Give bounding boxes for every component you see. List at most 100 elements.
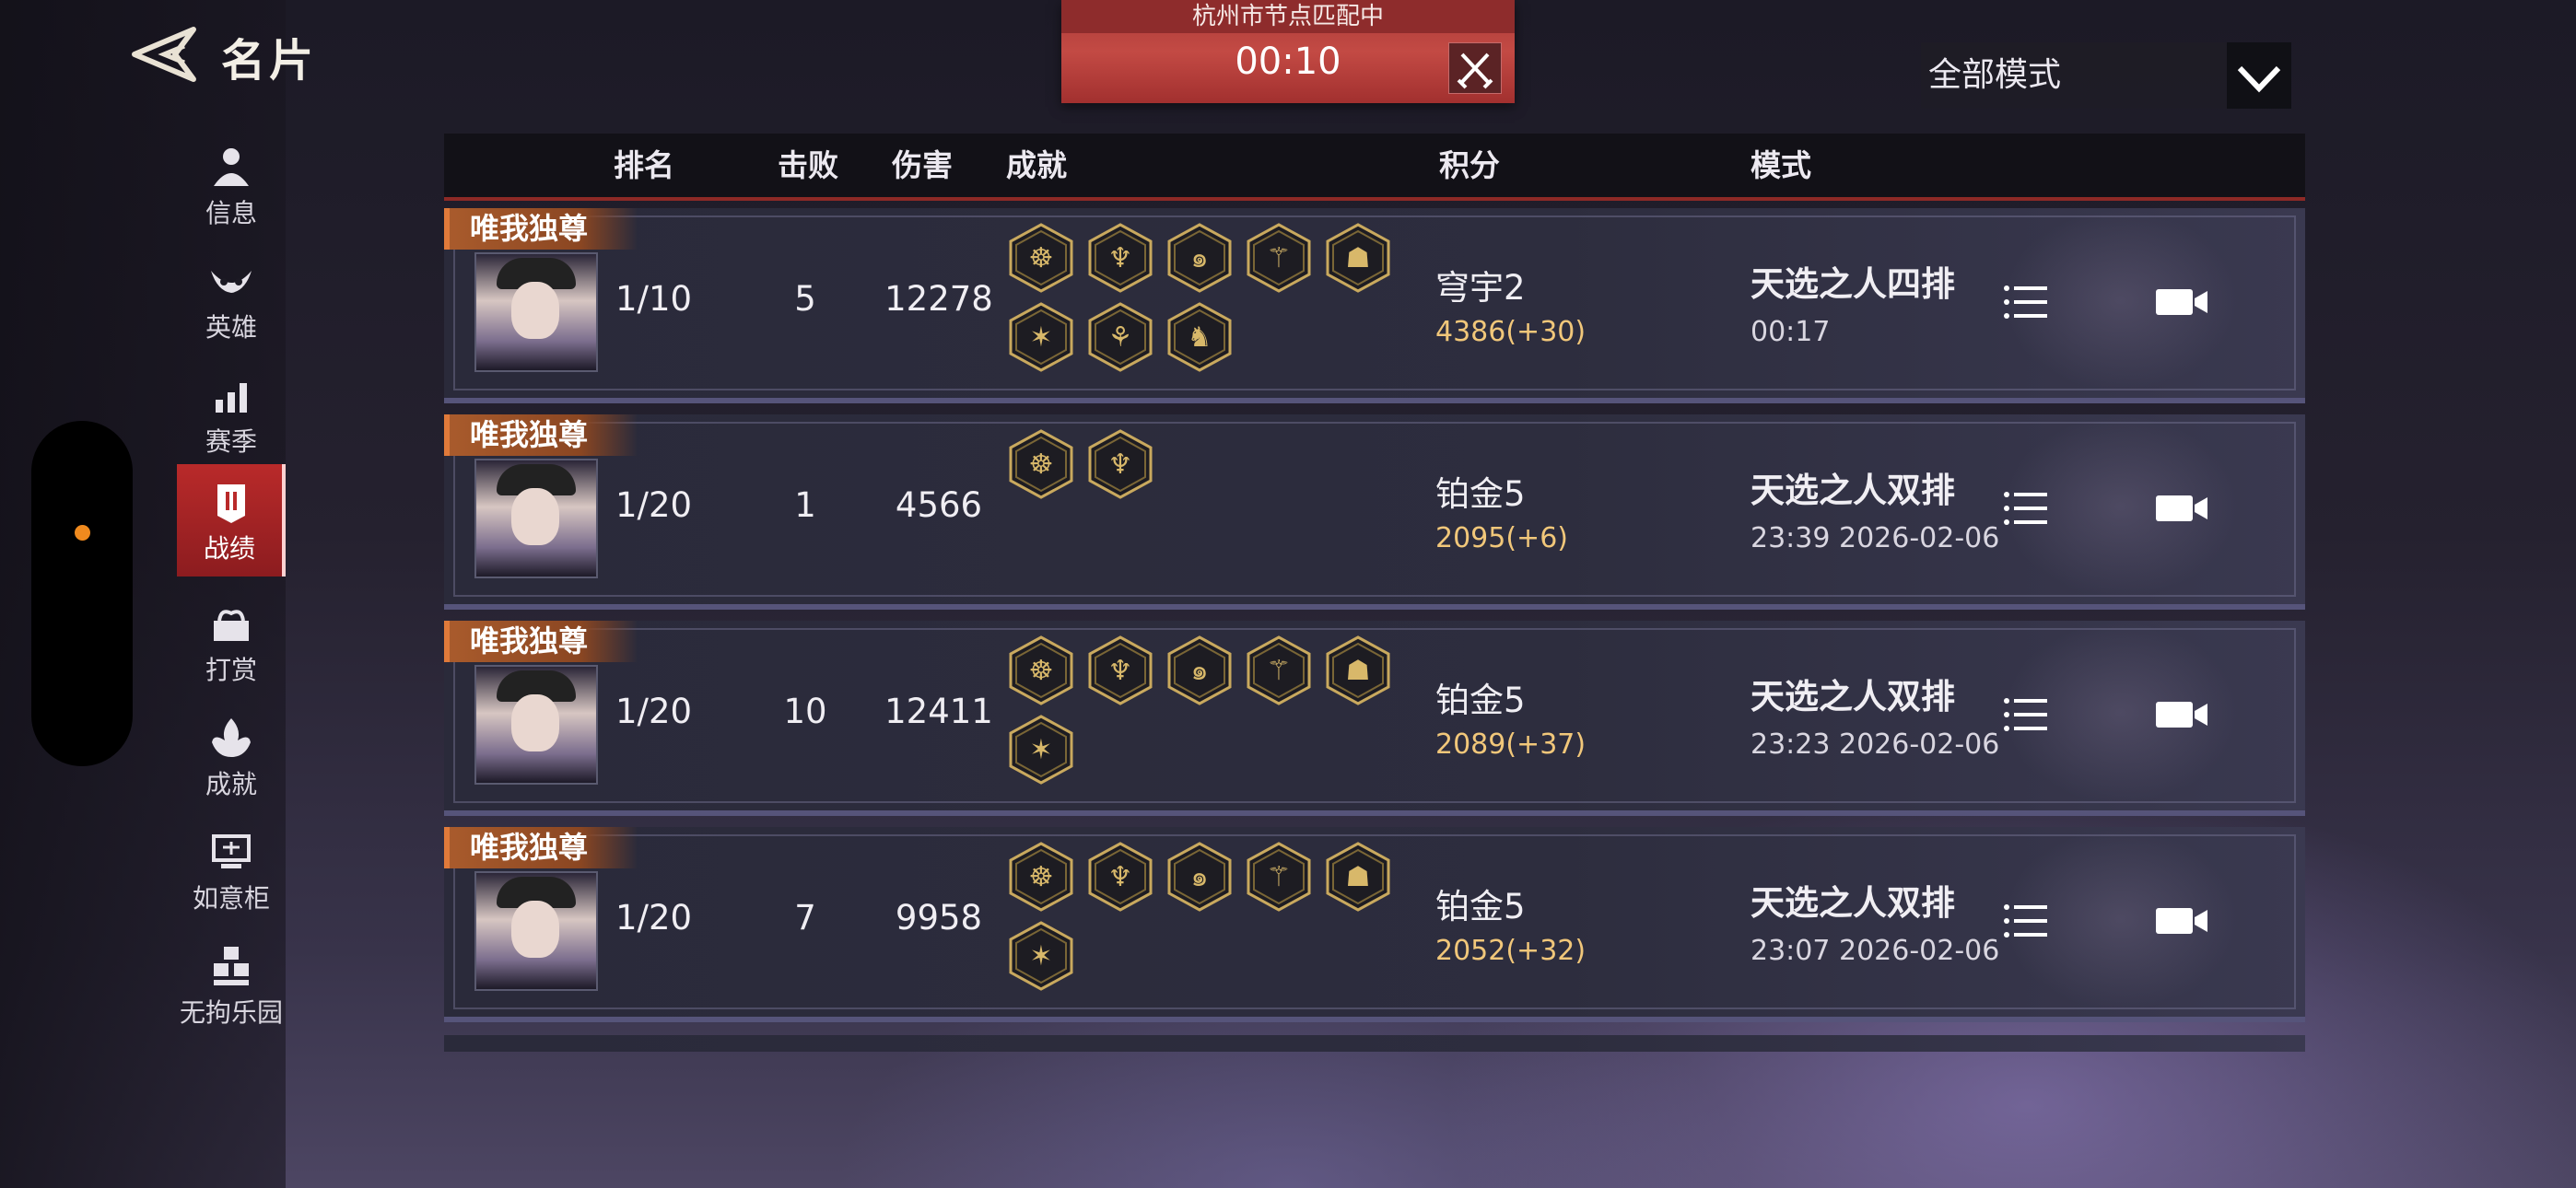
rank-value: 1/20 <box>615 485 693 525</box>
damage-value: 4566 <box>895 485 983 525</box>
cabinet-icon <box>212 834 251 868</box>
svg-text:✶: ✶ <box>1029 940 1052 973</box>
svg-text:⚘: ⚘ <box>1108 321 1133 354</box>
sidebar-item-label: 战绩 <box>203 533 255 564</box>
record-row-partial <box>444 1035 2305 1052</box>
achievement-badge-icon[interactable]: ☸ <box>1006 223 1076 293</box>
mode-value: 天选之人双排 <box>1751 883 1955 923</box>
achievement-badge-icon[interactable]: ✶ <box>1006 715 1076 785</box>
svg-text:☸: ☸ <box>1029 861 1054 893</box>
svg-text:✶: ✶ <box>1029 321 1052 354</box>
person-icon <box>214 148 249 186</box>
matchmaking-timer: 00:10 <box>1235 41 1341 83</box>
achievement-badge-icon[interactable]: ๑ <box>1165 223 1235 293</box>
achievement-badge-icon[interactable]: ๑ <box>1165 842 1235 912</box>
points-value: 2089(+37) <box>1435 728 1587 761</box>
list-details-icon[interactable] <box>2003 490 2049 527</box>
achievement-badge-icon[interactable]: ✶ <box>1006 302 1076 372</box>
achievement-badge-icon[interactable]: ⚚ <box>1244 842 1314 912</box>
replay-video-icon[interactable] <box>2156 494 2209 523</box>
list-details-icon[interactable] <box>2003 903 2049 939</box>
sidebar-item-reward[interactable]: 打赏 <box>177 586 286 698</box>
sidebar-item-heroes[interactable]: 英雄 <box>177 243 286 355</box>
achievement-badge-icon[interactable]: ⚚ <box>1244 635 1314 705</box>
hero-avatar <box>474 252 598 372</box>
floating-drawer-handle[interactable] <box>31 421 133 766</box>
kills-value: 1 <box>794 485 816 525</box>
tier-value: 穹宇2 <box>1435 268 1526 308</box>
achievement-badge-icon[interactable]: ☗ <box>1323 635 1393 705</box>
svg-text:☗: ☗ <box>1346 655 1371 687</box>
sidebar-item-label: 如意柜 <box>192 883 270 914</box>
column-header-damage: 伤害 <box>892 147 953 183</box>
hero-avatar <box>474 665 598 785</box>
matchmaking-city: 杭州市节点匹配中 <box>1061 0 1515 33</box>
achievement-badge-icon[interactable]: ☸ <box>1006 842 1076 912</box>
title-tag: 唯我独尊 <box>444 827 638 868</box>
achievement-badge-icon[interactable]: ⚚ <box>1244 223 1314 293</box>
list-details-icon[interactable] <box>2003 696 2049 733</box>
page-title: 名片 <box>221 35 318 87</box>
sidebar-item-label: 打赏 <box>205 655 257 685</box>
column-header-score: 积分 <box>1439 147 1500 183</box>
sidebar-item-cabinet[interactable]: 如意柜 <box>177 814 286 926</box>
sidebar-item-records[interactable]: 战绩 <box>177 464 286 577</box>
tier-value: 铂金5 <box>1435 887 1526 926</box>
mode-filter-dropdown[interactable]: 全部模式 <box>1921 42 2291 109</box>
title-tag: 唯我独尊 <box>444 208 638 250</box>
sidebar-item-season[interactable]: 赛季 <box>177 357 286 470</box>
rank-value: 1/20 <box>615 692 693 731</box>
back-arrow-icon[interactable] <box>129 26 203 83</box>
svg-text:๑: ๑ <box>1190 861 1208 893</box>
park-icon <box>214 947 249 985</box>
kills-value: 7 <box>794 898 816 938</box>
record-row[interactable]: 唯我独尊 1/20 10 12411 ☸ ♆ ๑ ⚚ ☗ ✶ 铂金5 2089(+37) … <box>444 621 2305 816</box>
achievement-badge-icon[interactable]: ๑ <box>1165 635 1235 705</box>
achievement-badge-icon[interactable]: ♆ <box>1085 842 1155 912</box>
achievement-badge-icon[interactable]: ☸ <box>1006 635 1076 705</box>
chevron-down-icon <box>2237 65 2281 93</box>
svg-text:✶: ✶ <box>1029 734 1052 766</box>
svg-text:♆: ♆ <box>1108 861 1133 893</box>
svg-text:♆: ♆ <box>1108 655 1133 687</box>
matchmaking-banner: 杭州市节点匹配中 00:10 <box>1061 0 1515 103</box>
svg-text:☗: ☗ <box>1346 861 1371 893</box>
points-value: 2052(+32) <box>1435 935 1587 967</box>
achievement-badge-icon[interactable]: ♆ <box>1085 635 1155 705</box>
sidebar-item-info[interactable]: 信息 <box>177 129 286 241</box>
dropdown-toggle-button[interactable] <box>2227 42 2291 109</box>
record-row[interactable]: 唯我独尊 1/10 5 12278 ☸ ♆ ๑ ⚚ ☗ ✶ ⚘ ♞ 穹宇2 4386(+30)… <box>444 208 2305 403</box>
list-details-icon[interactable] <box>2003 284 2049 320</box>
time-value: 23:23 2026-02-06 <box>1751 728 2000 761</box>
svg-text:♆: ♆ <box>1108 242 1133 274</box>
hero-mask-icon <box>211 271 252 293</box>
achievement-badge-icon[interactable]: ☗ <box>1323 223 1393 293</box>
achievement-badge-icon[interactable]: ⚘ <box>1085 302 1155 372</box>
achievement-badges: ☸ ♆ ๑ ⚚ ☗ ✶ ⚘ ♞ <box>1006 223 1411 389</box>
achievement-badge-icon[interactable]: ☸ <box>1006 429 1076 499</box>
reward-icon <box>214 610 249 641</box>
svg-text:๑: ๑ <box>1190 242 1208 274</box>
achievement-badge-icon[interactable]: ♆ <box>1085 429 1155 499</box>
sidebar-item-achievements[interactable]: 成就 <box>177 700 286 812</box>
title-tag: 唯我独尊 <box>444 621 638 662</box>
sidebar-item-park[interactable]: 无拘乐园 <box>177 928 286 1041</box>
mode-value: 天选之人四排 <box>1751 264 1955 304</box>
cancel-match-button[interactable] <box>1448 42 1502 94</box>
replay-video-icon[interactable] <box>2156 906 2209 936</box>
achievement-badge-icon[interactable]: ✶ <box>1006 921 1076 991</box>
record-row[interactable]: 唯我独尊 1/20 1 4566 ☸ ♆ 铂金5 2095(+6) 天选之人双排 … <box>444 414 2305 610</box>
kills-value: 10 <box>783 692 827 731</box>
time-value: 00:17 <box>1751 316 1831 348</box>
time-value: 23:39 2026-02-06 <box>1751 522 2000 554</box>
column-header-kills: 击败 <box>778 147 838 183</box>
replay-video-icon[interactable] <box>2156 700 2209 729</box>
achievement-badge-icon[interactable]: ♞ <box>1165 302 1235 372</box>
points-value: 4386(+30) <box>1435 316 1587 348</box>
record-row[interactable]: 唯我独尊 1/20 7 9958 ☸ ♆ ๑ ⚚ ☗ ✶ 铂金5 2052(+32) 天选… <box>444 827 2305 1022</box>
achievement-badge-icon[interactable]: ☗ <box>1323 842 1393 912</box>
svg-text:☗: ☗ <box>1346 242 1371 274</box>
replay-video-icon[interactable] <box>2156 287 2209 317</box>
achievement-badge-icon[interactable]: ♆ <box>1085 223 1155 293</box>
sidebar-item-label: 成就 <box>205 769 257 799</box>
